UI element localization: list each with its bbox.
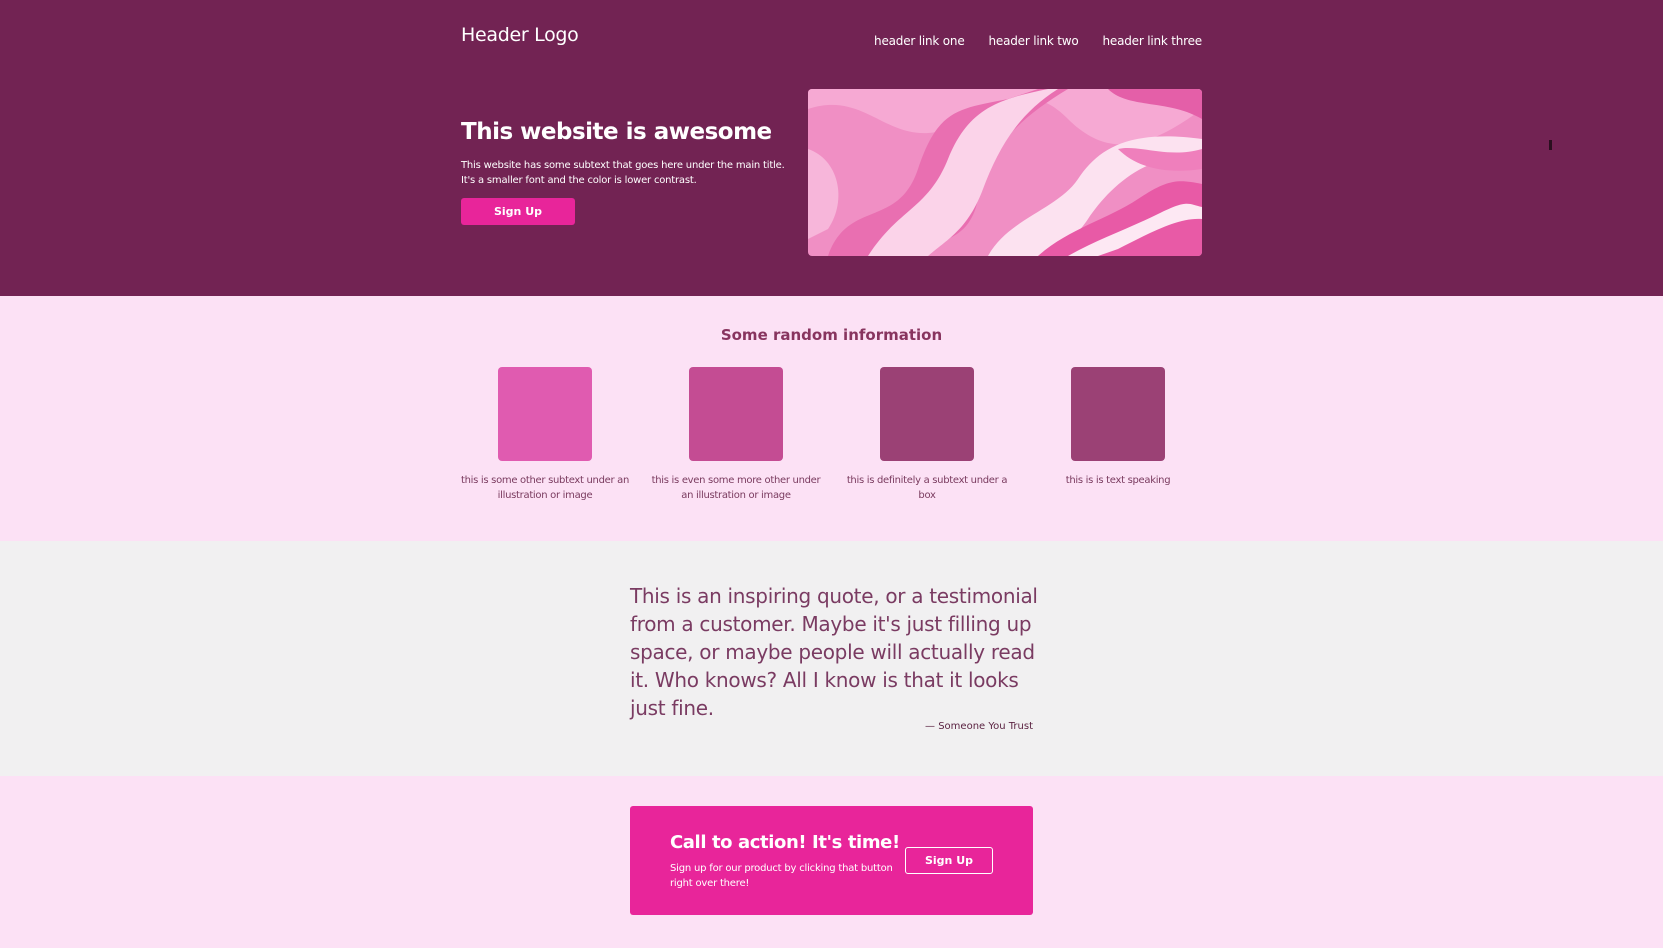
info-section: Some random information this is some oth…	[0, 296, 1663, 541]
cta-box: Call to action! It's time! Sign up for o…	[630, 806, 1033, 915]
info-card: this is some other subtext under an illu…	[458, 367, 632, 503]
cta-title: Call to action! It's time!	[670, 832, 900, 853]
cta-signup-button[interactable]: Sign Up	[905, 847, 993, 874]
info-card: this is is text speaking	[1031, 367, 1205, 488]
nav-link-one[interactable]: header link one	[874, 34, 965, 48]
card-caption: this is even some more other under an il…	[651, 475, 821, 501]
card-image-box	[880, 367, 974, 461]
nav-link-two[interactable]: header link two	[989, 34, 1079, 48]
pink-marble-image	[808, 89, 1202, 256]
hero-title: This website is awesome	[461, 119, 772, 145]
hero-section: Header Logo header link one header link …	[0, 0, 1663, 296]
card-caption: this is definitely a subtext under a box	[846, 475, 1008, 501]
hero-signup-button[interactable]: Sign Up	[461, 198, 575, 225]
quote-section: This is an inspiring quote, or a testimo…	[0, 541, 1663, 776]
info-card: this is definitely a subtext under a box	[840, 367, 1014, 503]
text-cursor-icon	[1549, 140, 1552, 150]
nav-link-three[interactable]: header link three	[1103, 34, 1203, 48]
cta-section: Call to action! It's time! Sign up for o…	[0, 776, 1663, 948]
card-image-box	[689, 367, 783, 461]
header-logo[interactable]: Header Logo	[461, 24, 579, 46]
card-caption: this is is text speaking	[1065, 475, 1171, 486]
card-image-box	[1071, 367, 1165, 461]
hero-image	[808, 89, 1202, 256]
card-caption: this is some other subtext under an illu…	[460, 475, 630, 501]
hero-subtitle: This website has some subtext that goes …	[461, 160, 785, 186]
header-nav: header link one header link two header l…	[874, 34, 1202, 48]
cta-subtitle: Sign up for our product by clicking that…	[670, 863, 893, 889]
info-title: Some random information	[720, 326, 943, 344]
info-card: this is even some more other under an il…	[649, 367, 823, 503]
quote-author: — Someone You Trust	[925, 721, 1033, 732]
card-image-box	[498, 367, 592, 461]
testimonial-quote: This is an inspiring quote, or a testimo…	[630, 584, 1038, 720]
